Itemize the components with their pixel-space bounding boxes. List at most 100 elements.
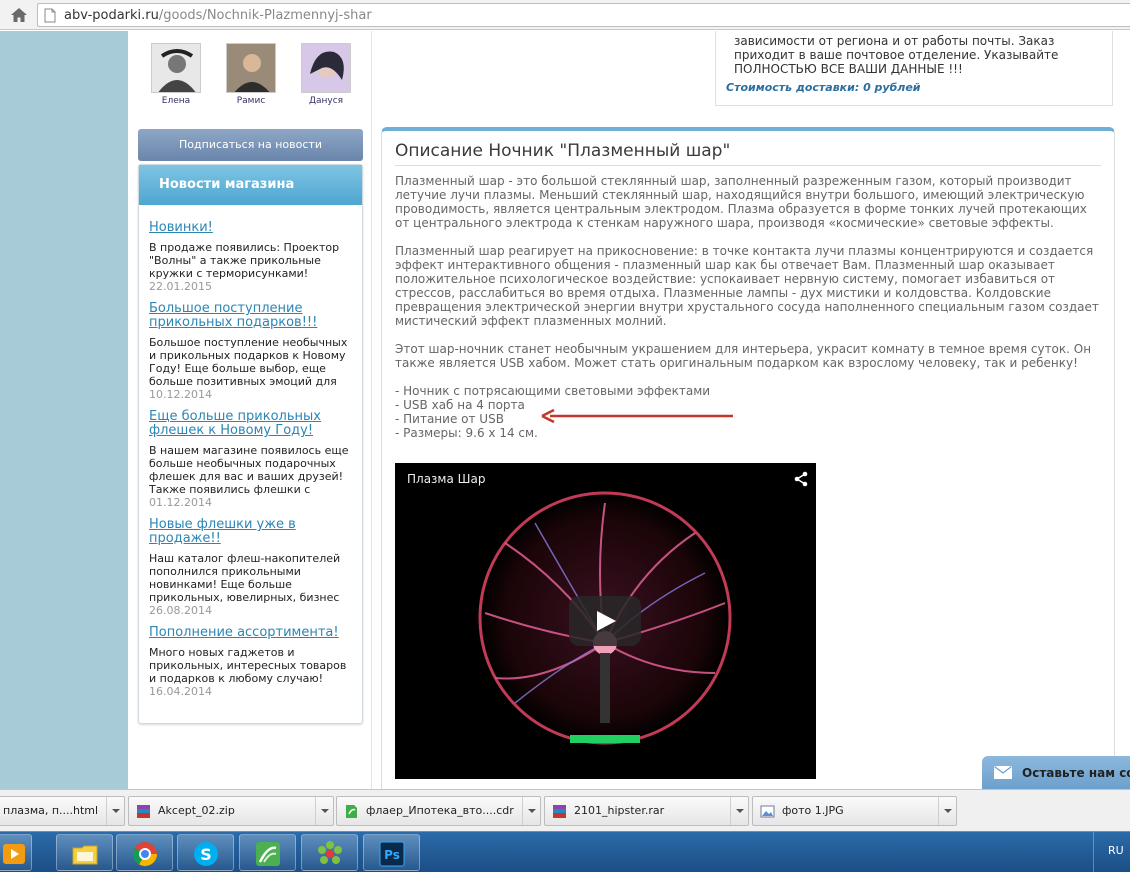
download-item-zip[interactable]: Akcept_02.zip (128, 796, 334, 826)
download-filename: флаер_Ипотека_вто....cdr (366, 804, 514, 817)
video-title: Плазма Шар (407, 472, 486, 486)
skype-icon: S (194, 842, 218, 866)
news-item: Еще больше прикольных флешек к Новому Го… (149, 410, 352, 510)
description-body: Плазменный шар - это большой стеклянный … (395, 174, 1105, 440)
url-text: abv-podarki.ru/goods/Nochnik-Plazmennyj-… (64, 8, 372, 23)
page-icon (44, 8, 56, 23)
download-filename: 2101_hipster.rar (574, 804, 665, 817)
svg-text:S: S (200, 845, 212, 864)
feature-item: - Размеры: 9.6 х 14 см. (395, 426, 538, 440)
image-file-icon (760, 805, 775, 818)
store-news-box: Новости магазина Новинки! В продаже появ… (138, 164, 363, 724)
svg-text:Ps: Ps (384, 848, 400, 862)
home-icon[interactable] (10, 6, 28, 24)
taskbar-skype[interactable]: S (177, 834, 234, 871)
news-item: Большое поступление прикольных подарков!… (149, 302, 352, 402)
download-menu-chevron-icon[interactable] (730, 797, 748, 825)
delivery-text: зависимости от региона и от работы почты… (734, 34, 1059, 76)
title-divider (395, 165, 1101, 166)
download-menu-chevron-icon[interactable] (315, 797, 333, 825)
share-icon[interactable] (794, 471, 808, 487)
download-menu-chevron-icon[interactable] (522, 797, 540, 825)
news-title-link[interactable]: Пополнение ассортимента! (149, 626, 352, 640)
delivery-cost: Стоимость доставки: 0 рублей (726, 81, 921, 94)
avatar-image (151, 43, 201, 93)
news-item: Новые флешки уже в продаже!! Наш каталог… (149, 518, 352, 618)
language-indicator[interactable]: RU (1108, 844, 1124, 857)
news-date: 01.12.2014 (149, 496, 212, 509)
windows-taskbar: S Ps RU (0, 831, 1130, 872)
play-button[interactable] (569, 596, 641, 646)
taskbar-icq[interactable] (301, 834, 358, 871)
taskbar-media-player[interactable] (0, 834, 32, 871)
media-player-icon (3, 844, 25, 864)
downloads-bar: плазма, п....html Akcept_02.zip флаер_Ип… (0, 789, 1130, 831)
download-item-jpg[interactable]: фото 1.JPG (752, 796, 957, 826)
subscribe-news-button[interactable]: Подписаться на новости (138, 129, 363, 161)
description-paragraph: Плазменный шар реагирует на прикосновени… (395, 244, 1099, 328)
taskbar-coreldraw[interactable] (239, 834, 296, 871)
news-item: Пополнение ассортимента! Много новых гад… (149, 626, 352, 699)
url-field[interactable]: abv-podarki.ru/goods/Nochnik-Plazmennyj-… (37, 3, 1130, 27)
news-item: Новинки! В продаже появились: Проектор "… (149, 221, 352, 294)
icq-flower-icon (318, 841, 342, 864)
news-date: 16.04.2014 (149, 685, 212, 698)
taskbar-chrome[interactable] (116, 834, 173, 871)
feedback-tab[interactable]: Оставьте нам со (982, 756, 1130, 790)
taskbar-photoshop[interactable]: Ps (363, 834, 420, 871)
chrome-icon (132, 842, 157, 867)
annotation-arrow-icon (541, 409, 733, 423)
coreldraw-icon (256, 842, 280, 866)
tray-divider (1093, 832, 1094, 872)
column-divider (371, 31, 372, 789)
news-excerpt: Наш каталог флеш-накопителей пополнился … (149, 552, 341, 604)
download-filename: Akcept_02.zip (158, 804, 235, 817)
news-title-link[interactable]: Новинки! (149, 221, 352, 235)
taskbar-explorer[interactable] (56, 834, 113, 871)
store-news-heading: Новости магазина (139, 165, 362, 205)
avatar-name: Дануся (308, 96, 344, 106)
download-menu-chevron-icon[interactable] (106, 797, 124, 825)
avatar-image (226, 43, 276, 93)
avatar-ramis[interactable]: Рамис (226, 43, 276, 106)
news-list: Новинки! В продаже появились: Проектор "… (139, 205, 362, 699)
left-background-band (0, 31, 128, 789)
folder-icon (72, 845, 98, 865)
avatar-name: Елена (161, 96, 191, 106)
feature-item: - Ночник с потрясающими световыми эффект… (395, 384, 711, 398)
news-title-link[interactable]: Большое поступление прикольных подарков!… (149, 302, 352, 330)
download-filename: фото 1.JPG (782, 804, 844, 817)
avatar-danusya[interactable]: Дануся (301, 43, 351, 106)
news-excerpt: Много новых гаджетов и прикольных, интер… (149, 646, 347, 685)
description-paragraph: Плазменный шар - это большой стеклянный … (395, 174, 1087, 230)
download-item-cdr[interactable]: флаер_Ипотека_вто....cdr (336, 796, 541, 826)
news-date: 22.01.2015 (149, 280, 212, 293)
avatar-image (301, 43, 351, 93)
archive-icon (137, 805, 150, 818)
news-title-link[interactable]: Новые флешки уже в продаже!! (149, 518, 352, 546)
mail-icon (994, 766, 1012, 779)
avatar-name: Рамис (236, 96, 266, 106)
feature-item: - USB хаб на 4 порта (395, 398, 525, 412)
news-excerpt: Большое поступление необычных и прикольн… (149, 336, 348, 388)
news-date: 26.08.2014 (149, 604, 212, 617)
download-item-rar[interactable]: 2101_hipster.rar (544, 796, 749, 826)
download-filename: плазма, п....html (3, 804, 99, 817)
description-paragraph: Этот шар-ночник станет необычным украшен… (395, 342, 1092, 370)
feedback-label: Оставьте нам со (1022, 766, 1130, 780)
photoshop-icon: Ps (379, 841, 405, 867)
news-excerpt: В нашем магазине появилось еще больше не… (149, 444, 349, 496)
download-menu-chevron-icon[interactable] (938, 797, 956, 825)
feature-item: - Питание от USB (395, 412, 504, 426)
avatar-elena[interactable]: Елена (151, 43, 201, 106)
news-title-link[interactable]: Еще больше прикольных флешек к Новому Го… (149, 410, 352, 438)
download-item-html[interactable]: плазма, п....html (0, 796, 125, 826)
news-date: 10.12.2014 (149, 388, 212, 401)
archive-icon (553, 805, 566, 818)
delivery-info-box: зависимости от региона и от работы почты… (715, 31, 1113, 106)
news-excerpt: В продаже появились: Проектор "Волны" а … (149, 241, 340, 280)
coreldraw-file-icon (346, 805, 357, 818)
description-title: Описание Ночник "Плазменный шар" (395, 141, 731, 161)
video-player[interactable]: Плазма Шар (395, 463, 816, 779)
address-bar: abv-podarki.ru/goods/Nochnik-Plazmennyj-… (0, 0, 1130, 30)
